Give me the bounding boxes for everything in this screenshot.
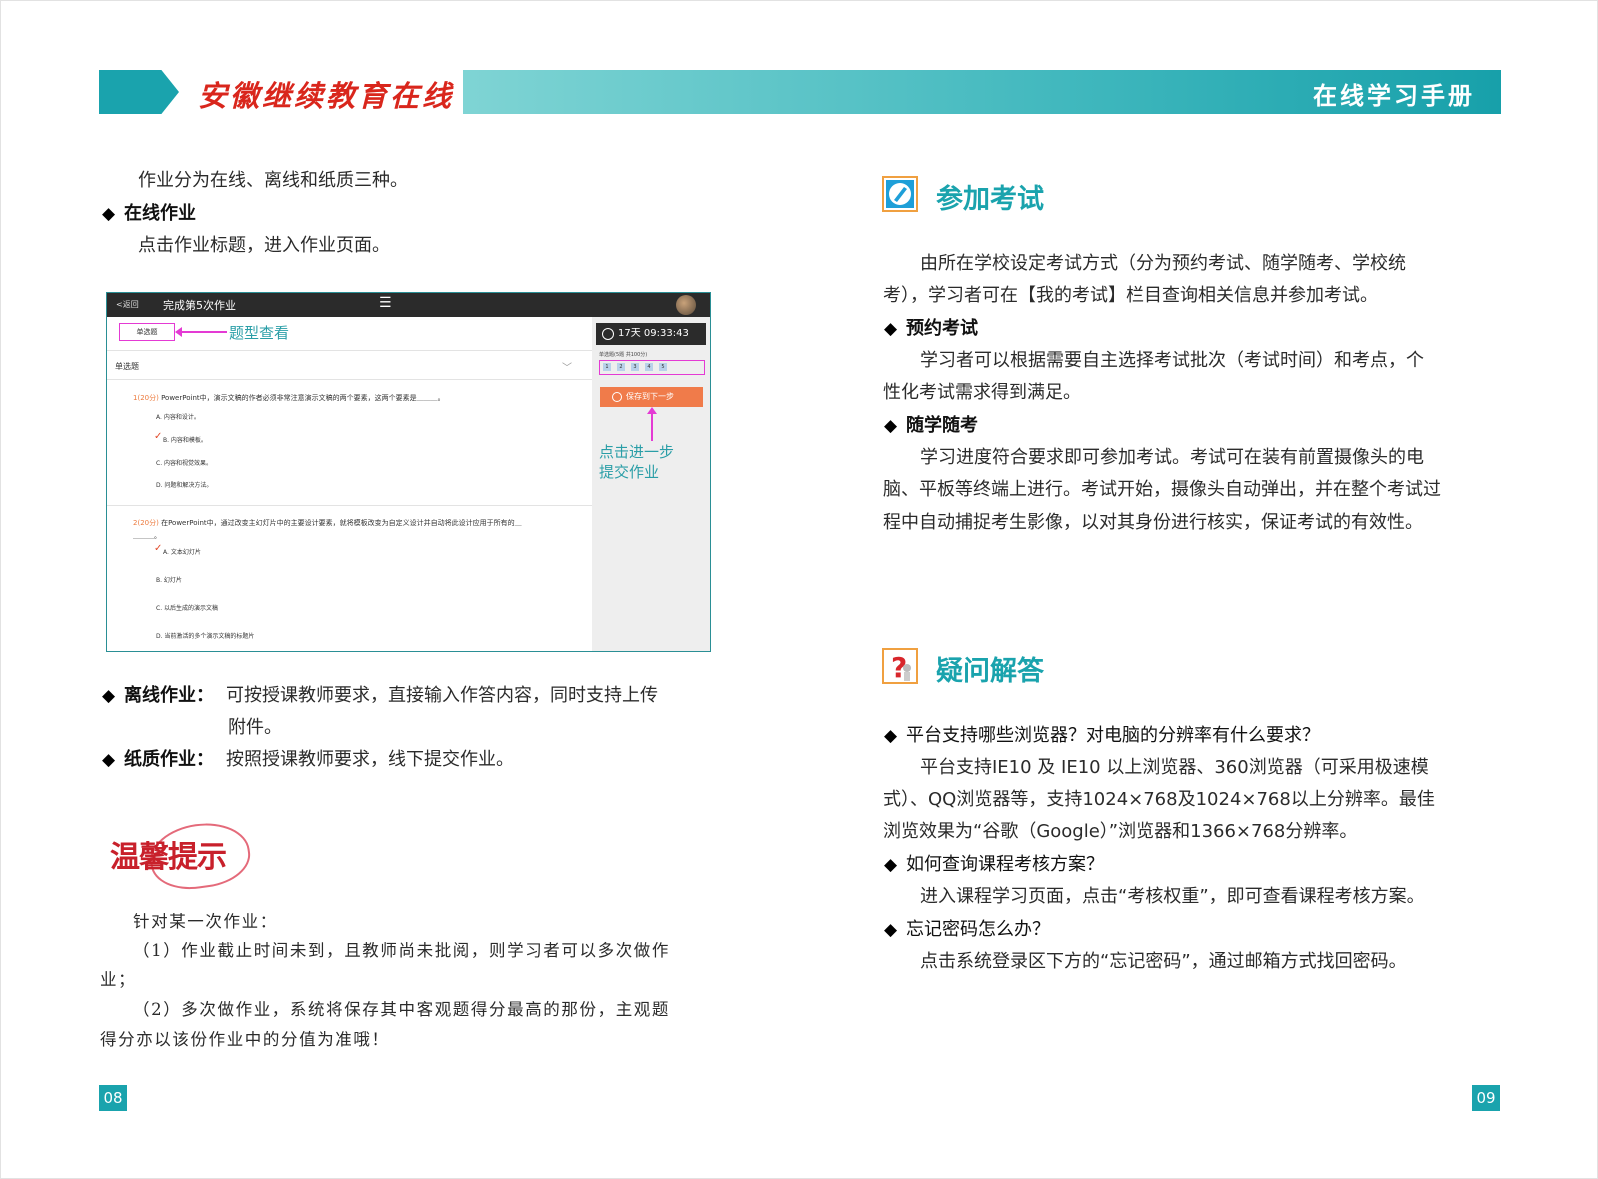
faq-answer: 浏览效果为“谷歌（Google）”浏览器和1366×768分辨率。 [883, 821, 1358, 842]
question-score: (20分) [137, 519, 159, 527]
option-b[interactable]: B. 内容和模板。 [163, 435, 207, 444]
pencil-icon [882, 176, 918, 212]
anytime-exam-title: 随学随考 [906, 415, 978, 436]
diamond-bullet-icon: ◆ [884, 416, 898, 436]
faq-answer: 点击系统登录区下方的“忘记密码”，通过邮箱方式找回密码。 [920, 951, 1407, 972]
type-annotation: 题型查看 [229, 324, 290, 342]
question-2: 2(20分) 在PowerPoint中，通过改变主幻灯片中的主要设计要素，就将模… [133, 518, 522, 528]
diamond-bullet-icon: ◆ [102, 686, 116, 706]
offline-homework-title: 离线作业： [124, 685, 214, 706]
page-number-left: 08 [99, 1085, 127, 1111]
online-homework-title: 在线作业 [124, 203, 196, 224]
faq-question: 忘记密码怎么办？ [906, 919, 1050, 940]
question-nav-2[interactable]: 2 [617, 363, 625, 371]
brand-logo: 安徽继续教育在线 [198, 79, 455, 113]
avatar[interactable] [676, 295, 696, 315]
homework-intro: 作业分为在线、离线和纸质三种。 [138, 170, 408, 191]
option-d[interactable]: D. 问题和解决方法。 [156, 480, 212, 489]
tip-line: 业； [100, 970, 137, 989]
submit-annotation: 点击进一步 提交作业 [599, 442, 695, 482]
question-2-continued: ＿＿＿。 [133, 532, 161, 540]
exam-timer: 17天 09:33:43 [596, 323, 706, 345]
manual-title: 在线学习手册 [1313, 82, 1475, 110]
diamond-bullet-icon: ◆ [102, 750, 116, 770]
anytime-exam-desc: 脑、平板等终端上进行。考试开始，摄像头自动弹出，并在整个考试过 [883, 479, 1441, 500]
checkmark-icon: ✓ [154, 431, 163, 442]
question-type-tag[interactable]: 单选题 [119, 323, 175, 341]
save-next-button[interactable]: 保存到下一步 [600, 387, 703, 407]
question-text: 在PowerPoint中，通过改变主幻灯片中的主要设计要素，就将模板改变为自定义… [161, 519, 522, 527]
exam-desc-line: 由所在学校设定考试方式（分为预约考试、随学随考、学校统 [920, 253, 1406, 274]
exam-section-title: 参加考试 [936, 184, 1044, 215]
chevron-down-icon[interactable]: ﹀ [562, 359, 572, 374]
tip-badge: 温馨提示 [110, 817, 254, 895]
reserve-exam-desc: 性化考试需求得到满足。 [883, 382, 1081, 403]
offline-homework-desc: 可按授课教师要求，直接输入作答内容，同时支持上传 [226, 685, 658, 706]
annotation-line [651, 411, 653, 441]
option-d[interactable]: D. 当前激活的多个演示文稿的标题片 [156, 631, 254, 640]
option-a[interactable]: A. 内容和设计。 [156, 412, 200, 421]
back-link[interactable]: <返回 [116, 299, 139, 310]
exam-desc-line: 考），学习者可在【我的考试】栏目查询相关信息并参加考试。 [883, 285, 1378, 306]
annotation-line [177, 331, 227, 333]
faq-answer: 平台支持IE10 及 IE10 以上浏览器、360浏览器（可采用极速模 [920, 757, 1429, 778]
check-circle-icon [612, 392, 622, 402]
question-nav-5[interactable]: 5 [659, 363, 667, 371]
screenshot-title: 完成第5次作业 [163, 299, 236, 312]
submit-annotation-line1: 点击进一步 [599, 443, 675, 461]
faq-answer: 式）、QQ浏览器等，支持1024×768及1024×768以上分辨率。最佳 [883, 789, 1435, 810]
paper-homework-title: 纸质作业： [124, 749, 214, 770]
question-score: (20分) [137, 394, 159, 402]
hamburger-icon[interactable]: ☰ [379, 295, 392, 311]
faq-section-title: 疑问解答 [936, 656, 1044, 687]
faq-answer: 进入课程学习页面，点击“考核权重”，即可查看课程考核方案。 [920, 886, 1425, 907]
diamond-bullet-icon: ◆ [102, 204, 116, 224]
offline-homework-desc-cont: 附件。 [228, 717, 282, 738]
diamond-bullet-icon: ◆ [884, 319, 898, 339]
question-number-nav: 1 2 3 4 5 [599, 360, 705, 375]
option-b[interactable]: B. 幻灯片 [156, 575, 182, 584]
anytime-exam-desc: 程中自动捕捉考生影像，以对其身份进行核实，保证考试的有效性。 [883, 512, 1423, 533]
clock-icon [602, 328, 614, 340]
tip-line: 针对某一次作业： [133, 912, 278, 931]
faq-question: 平台支持哪些浏览器？对电脑的分辨率有什么要求？ [906, 725, 1320, 746]
question-mark-icon: ? [882, 648, 918, 684]
progress-text: 单选题(5题 共100分) [599, 352, 648, 358]
tip-line: （2）多次做作业，系统将保存其中客观题得分最高的那份，主观题 [133, 1000, 670, 1019]
question-nav-3[interactable]: 3 [631, 363, 639, 371]
submit-annotation-line2: 提交作业 [599, 463, 660, 481]
screenshot-topbar: <返回 完成第5次作业 ☰ [107, 293, 710, 317]
tip-line: （1）作业截止时间未到，且教师尚未批阅，则学习者可以多次做作 [133, 941, 670, 960]
online-homework-desc: 点击作业标题，进入作业页面。 [138, 235, 390, 256]
page-number-right: 09 [1472, 1085, 1500, 1111]
section-label: 单选题 [115, 362, 139, 371]
paper-homework-desc: 按照授课教师要求，线下提交作业。 [226, 749, 514, 770]
reserve-exam-desc: 学习者可以根据需要自主选择考试批次（考试时间）和考点，个 [920, 350, 1424, 371]
option-c[interactable]: C. 以后生成的演示文稿 [156, 603, 218, 612]
option-a[interactable]: A. 文本幻灯片 [163, 547, 201, 556]
reserve-exam-title: 预约考试 [906, 318, 978, 339]
option-c[interactable]: C. 内容和视觉效果。 [156, 458, 212, 467]
question-nav-1[interactable]: 1 [603, 363, 611, 371]
question-1: 1(20分) PowerPoint中，演示文稿的作者必须非常注意演示文稿的两个要… [133, 393, 445, 403]
tip-title: 温馨提示 [110, 840, 227, 875]
diamond-bullet-icon: ◆ [884, 920, 898, 940]
save-next-label: 保存到下一步 [626, 392, 674, 401]
homework-screenshot: <返回 完成第5次作业 ☰ 17天 09:33:43 单选题(5题 共100分)… [106, 292, 711, 652]
diamond-bullet-icon: ◆ [884, 726, 898, 746]
checkmark-icon: ✓ [154, 543, 163, 554]
diamond-bullet-icon: ◆ [884, 855, 898, 875]
faq-question: 如何查询课程考核方案？ [906, 854, 1104, 875]
question-text: PowerPoint中，演示文稿的作者必须非常注意演示文稿的两个要素，这两个要素… [161, 394, 445, 402]
anytime-exam-desc: 学习进度符合要求即可参加考试。考试可在装有前置摄像头的电 [920, 447, 1424, 468]
tip-line: 得分亦以该份作业中的分值为准哦！ [100, 1030, 390, 1049]
divider [107, 379, 592, 380]
divider [107, 505, 592, 506]
timer-value: 17天 09:33:43 [618, 328, 689, 339]
divider [107, 350, 592, 351]
question-nav-4[interactable]: 4 [645, 363, 653, 371]
header-bar: 在线学习手册 [463, 70, 1501, 114]
